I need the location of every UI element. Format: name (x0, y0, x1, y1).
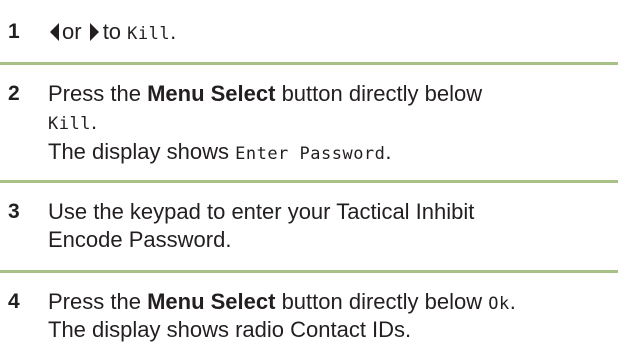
right-triangle-icon (89, 23, 99, 41)
left-triangle-icon (50, 23, 59, 41)
step-number: 4 (8, 290, 20, 313)
step-number: 1 (8, 20, 20, 43)
to-text: to (102, 19, 122, 44)
or-text: or (62, 19, 82, 44)
period: . (385, 139, 392, 164)
press-text: Press the (48, 81, 141, 106)
step-text-line2: Kill. (48, 108, 613, 138)
display-text-ok: Ok (488, 294, 510, 314)
step-text-line2: Encode Password. (48, 227, 232, 252)
period: . (509, 289, 516, 314)
step-text: Press the Menu Select button directly be… (48, 288, 613, 318)
step-text: Press the Menu Select button directly be… (48, 80, 613, 108)
period: . (170, 19, 177, 44)
result-text: The display shows (48, 139, 229, 164)
divider (0, 270, 618, 273)
step-result-text: The display shows radio Contact IDs. (48, 317, 412, 342)
button-name: Menu Select (147, 81, 276, 106)
step-number: 3 (8, 200, 20, 223)
divider (0, 180, 618, 183)
display-text-enter-password: Enter Password (235, 144, 386, 164)
step-result-text: The display shows Enter Password. (48, 138, 613, 168)
period: . (90, 109, 98, 134)
after-button-text: button directly below (281, 289, 483, 314)
display-text-kill: Kill (48, 114, 91, 134)
step-text: or to Kill. (48, 18, 613, 48)
after-button-text: button directly below (281, 81, 483, 106)
step-number: 2 (8, 82, 20, 105)
step-text: Use the keypad to enter your Tactical In… (48, 199, 475, 224)
button-name: Menu Select (147, 289, 276, 314)
press-text: Press the (48, 289, 141, 314)
display-text-kill: Kill (127, 24, 171, 44)
divider (0, 62, 618, 65)
